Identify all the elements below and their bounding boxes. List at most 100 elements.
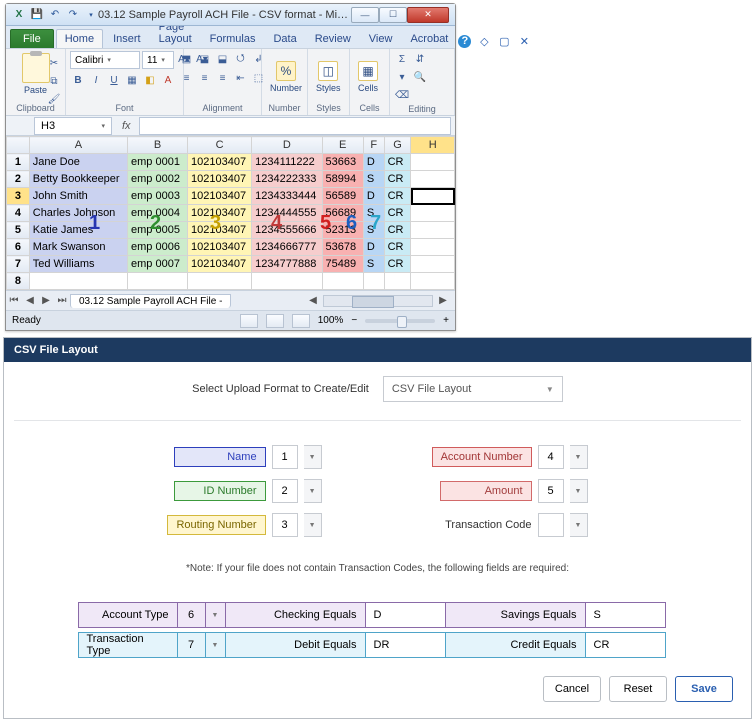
cell-B4[interactable]: emp 0004 — [128, 205, 188, 222]
cell-F2[interactable]: S — [363, 171, 384, 188]
horizontal-scrollbar[interactable] — [323, 295, 433, 307]
underline-button[interactable]: U — [106, 72, 122, 88]
row-header[interactable]: 7 — [7, 256, 30, 273]
cell-B3[interactable]: emp 0003 — [128, 188, 188, 205]
zoom-in-button[interactable]: + — [443, 315, 449, 326]
select-all-corner[interactable] — [7, 137, 30, 154]
col-header-C[interactable]: C — [188, 137, 252, 154]
autosum-icon[interactable]: Σ — [394, 51, 410, 67]
grid[interactable]: A B C D E F G H 1Jane Doeemp 00011021034… — [6, 136, 455, 290]
cell-F6[interactable]: D — [363, 239, 384, 256]
cell-E2[interactable]: 58994 — [322, 171, 363, 188]
normal-view-button[interactable] — [240, 314, 258, 328]
cell-empty[interactable] — [188, 273, 252, 290]
undo-icon[interactable]: ↶ — [48, 8, 62, 22]
indent-dec-icon[interactable]: ⇤ — [233, 70, 249, 86]
page-layout-view-button[interactable] — [266, 314, 284, 328]
debit-equals-value[interactable]: DR — [366, 632, 446, 658]
field-txcode-stepper[interactable]: ▼ — [570, 513, 588, 537]
cell-empty[interactable] — [363, 273, 384, 290]
transaction-type-stepper[interactable]: ▼ — [206, 632, 226, 658]
formula-input[interactable] — [139, 117, 451, 135]
font-color-button[interactable]: A — [160, 72, 176, 88]
col-header-E[interactable]: E — [322, 137, 363, 154]
tab-formulas[interactable]: Formulas — [202, 30, 264, 48]
cell-B1[interactable]: emp 0001 — [128, 154, 188, 171]
tab-home[interactable]: Home — [56, 29, 103, 48]
redo-icon[interactable]: ↷ — [66, 8, 80, 22]
cell-G1[interactable]: CR — [384, 154, 411, 171]
row-header[interactable]: 6 — [7, 239, 30, 256]
sheet-tab[interactable]: 03.12 Sample Payroll ACH File - — [70, 294, 231, 308]
cell-empty[interactable] — [384, 273, 411, 290]
doc-close-icon[interactable]: ✕ — [517, 34, 531, 48]
account-type-value[interactable]: 6 — [178, 602, 206, 628]
hscroll-left-icon[interactable]: ◀ — [305, 295, 321, 307]
field-txcode-value[interactable] — [538, 513, 564, 537]
cell-F3[interactable]: D — [363, 188, 384, 205]
cell-G6[interactable]: CR — [384, 239, 411, 256]
clear-icon[interactable]: ⌫ — [394, 87, 410, 103]
reset-button[interactable]: Reset — [609, 676, 667, 702]
cell-empty[interactable] — [29, 273, 127, 290]
border-button[interactable]: ▦ — [124, 72, 140, 88]
field-amount-stepper[interactable]: ▼ — [570, 479, 588, 503]
cells-button[interactable]: ▦Cells — [354, 59, 382, 95]
cell-H7[interactable] — [411, 256, 455, 273]
styles-button[interactable]: ◫Styles — [312, 59, 345, 95]
font-name-dropdown[interactable]: Calibri▾ — [70, 51, 140, 69]
window-restore-icon[interactable]: ▢ — [497, 34, 511, 48]
cell-G2[interactable]: CR — [384, 171, 411, 188]
row-header[interactable]: 3 — [7, 188, 30, 205]
page-break-view-button[interactable] — [292, 314, 310, 328]
cell-E6[interactable]: 53678 — [322, 239, 363, 256]
cell-A6[interactable]: Mark Swanson — [29, 239, 127, 256]
font-size-dropdown[interactable]: 11▾ — [142, 51, 174, 69]
cell-E4[interactable]: 56689 — [322, 205, 363, 222]
field-name-value[interactable]: 1 — [272, 445, 298, 469]
cell-H6[interactable] — [411, 239, 455, 256]
upload-format-dropdown[interactable]: CSV File Layout▼ — [383, 376, 563, 402]
cell-H5[interactable] — [411, 222, 455, 239]
close-button[interactable]: ✕ — [407, 7, 449, 23]
cell-E1[interactable]: 53663 — [322, 154, 363, 171]
cell-A3[interactable]: John Smith — [29, 188, 127, 205]
tab-last-icon[interactable]: ⏭ — [54, 295, 70, 306]
row-header[interactable]: 4 — [7, 205, 30, 222]
cell-B7[interactable]: emp 0007 — [128, 256, 188, 273]
tab-data[interactable]: Data — [265, 30, 304, 48]
cell-C3[interactable]: 102103407 — [188, 188, 252, 205]
cut-icon[interactable]: ✂ — [46, 55, 62, 71]
cell-A2[interactable]: Betty Bookkeeper — [29, 171, 127, 188]
col-header-A[interactable]: A — [29, 137, 127, 154]
fill-color-button[interactable]: ◧ — [142, 72, 158, 88]
worksheet[interactable]: A B C D E F G H 1Jane Doeemp 00011021034… — [6, 136, 455, 290]
tab-next-icon[interactable]: ▶ — [38, 295, 54, 306]
hscroll-right-icon[interactable]: ▶ — [435, 295, 451, 307]
field-account-stepper[interactable]: ▼ — [570, 445, 588, 469]
cell-H3[interactable] — [411, 188, 455, 205]
cell-A5[interactable]: Katie James — [29, 222, 127, 239]
align-top-icon[interactable]: ⬒ — [179, 51, 195, 67]
cell-G4[interactable]: CR — [384, 205, 411, 222]
zoom-slider[interactable] — [365, 319, 435, 323]
file-tab[interactable]: File — [10, 29, 54, 48]
cell-B2[interactable]: emp 0002 — [128, 171, 188, 188]
tab-acrobat[interactable]: Acrobat — [402, 30, 456, 48]
account-type-stepper[interactable]: ▼ — [206, 602, 226, 628]
align-right-icon[interactable]: ≡ — [215, 70, 231, 86]
cell-C7[interactable]: 102103407 — [188, 256, 252, 273]
cell-A1[interactable]: Jane Doe — [29, 154, 127, 171]
col-header-G[interactable]: G — [384, 137, 411, 154]
credit-equals-value[interactable]: CR — [586, 632, 666, 658]
field-routing-value[interactable]: 3 — [272, 513, 298, 537]
cell-empty[interactable] — [128, 273, 188, 290]
italic-button[interactable]: I — [88, 72, 104, 88]
cell-C1[interactable]: 102103407 — [188, 154, 252, 171]
cell-F1[interactable]: D — [363, 154, 384, 171]
cell-D4[interactable]: 1234444555 — [252, 205, 322, 222]
sort-icon[interactable]: ⇵ — [412, 51, 428, 67]
col-header-H[interactable]: H — [411, 137, 455, 154]
field-amount-value[interactable]: 5 — [538, 479, 564, 503]
align-center-icon[interactable]: ≡ — [197, 70, 213, 86]
